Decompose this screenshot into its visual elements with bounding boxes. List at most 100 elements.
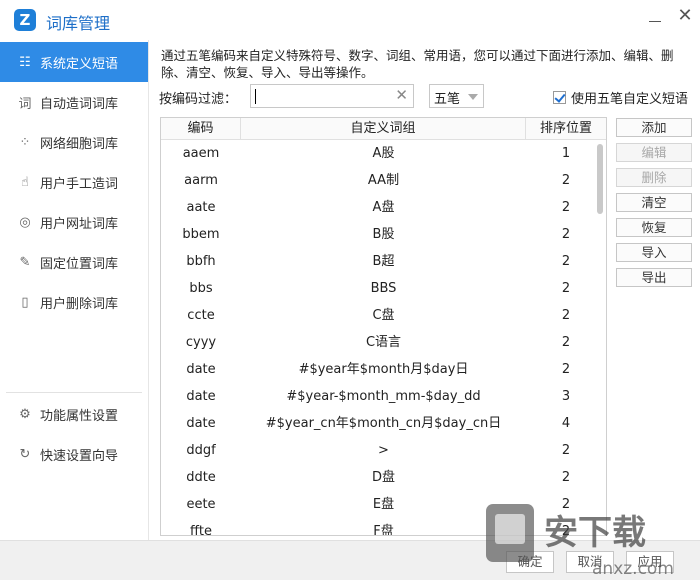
table-row[interactable]: aaem A股 1 bbox=[161, 140, 593, 167]
cell-phrase: E盘 bbox=[372, 497, 395, 512]
table-row[interactable]: date #$year年$month月$day日 2 bbox=[161, 356, 593, 383]
close-button[interactable]: ✕ bbox=[675, 6, 695, 26]
sidebar-item-label: 自动造词词库 bbox=[40, 96, 119, 112]
apply-button[interactable]: 应用 bbox=[626, 551, 674, 573]
chevron-down-icon bbox=[468, 94, 478, 100]
table-row[interactable]: bbs BBS 2 bbox=[161, 275, 593, 302]
sidebar: ☷ 系统定义短语 词 自动造词词库 ⁘ 网络细胞词库 ☝ 用户手工造词 ◎ 用户… bbox=[0, 40, 148, 540]
sidebar-item-system-phrases[interactable]: ☷ 系统定义短语 bbox=[0, 42, 148, 82]
table-row[interactable]: eete E盘 2 bbox=[161, 491, 593, 518]
table-row[interactable]: date #$year_cn年$month_cn月$day_cn日 4 bbox=[161, 410, 593, 437]
table-header: 编码 自定义词组 排序位置 bbox=[161, 118, 606, 140]
trash-icon: ▯ bbox=[21, 294, 29, 310]
table-row[interactable]: ddte D盘 2 bbox=[161, 464, 593, 491]
cell-code: cyyy bbox=[185, 335, 217, 350]
use-custom-phrases-option[interactable]: 使用五笔自定义短语 bbox=[553, 88, 688, 107]
sidebar-item-label: 用户手工造词 bbox=[40, 176, 119, 192]
word-icon: 词 bbox=[18, 96, 32, 112]
footer-bar: 确定 取消 应用 bbox=[0, 540, 700, 580]
cell-code: date bbox=[186, 389, 216, 404]
edit-button[interactable]: 编辑 bbox=[616, 143, 692, 162]
cell-code: eete bbox=[186, 497, 216, 512]
ime-select-value: 五笔 bbox=[434, 92, 461, 107]
column-header-order[interactable]: 排序位置 bbox=[526, 118, 606, 140]
app-logo-icon: Z bbox=[14, 9, 36, 31]
cell-code: aate bbox=[186, 200, 216, 215]
table-row[interactable]: cyyy C语言 2 bbox=[161, 329, 593, 356]
table-scrollbar[interactable] bbox=[594, 140, 606, 535]
sidebar-item-url-words[interactable]: ◎ 用户网址词库 bbox=[0, 202, 148, 242]
sidebar-item-label: 功能属性设置 bbox=[40, 408, 119, 424]
table-row[interactable]: aate A盘 2 bbox=[161, 194, 593, 221]
ok-button[interactable]: 确定 bbox=[506, 551, 554, 573]
use-custom-phrases-label: 使用五笔自定义短语 bbox=[571, 92, 689, 107]
table-row[interactable]: ccte C盘 2 bbox=[161, 302, 593, 329]
clear-button[interactable]: 清空 bbox=[616, 193, 692, 212]
table-row[interactable]: ffte F盘 2 bbox=[161, 518, 593, 535]
clear-icon[interactable]: ✕ bbox=[395, 86, 408, 104]
cancel-button[interactable]: 取消 bbox=[566, 551, 614, 573]
cell-code: ccte bbox=[187, 308, 215, 323]
cell-phrase: #$year-$month_mm-$day_dd bbox=[286, 389, 481, 404]
export-button[interactable]: 导出 bbox=[616, 268, 692, 287]
sidebar-item-label: 网络细胞词库 bbox=[40, 136, 119, 152]
ime-select[interactable]: 五笔 bbox=[429, 84, 484, 108]
cell-phrase: C盘 bbox=[372, 308, 395, 323]
sidebar-item-label: 用户网址词库 bbox=[40, 216, 119, 232]
sidebar-item-label: 固定位置词库 bbox=[40, 256, 119, 272]
table-row[interactable]: aarm AA制 2 bbox=[161, 167, 593, 194]
column-header-phrase[interactable]: 自定义词组 bbox=[241, 118, 526, 140]
add-button[interactable]: 添加 bbox=[616, 118, 692, 137]
cell-code: ddgf bbox=[186, 443, 216, 458]
sidebar-item-manual-words[interactable]: ☝ 用户手工造词 bbox=[0, 162, 148, 202]
sidebar-item-deleted-words[interactable]: ▯ 用户删除词库 bbox=[0, 282, 148, 322]
cell-phrase: BBS bbox=[370, 281, 397, 296]
restore-button[interactable]: 恢复 bbox=[616, 218, 692, 237]
table-row[interactable]: bbfh B超 2 bbox=[161, 248, 593, 275]
cell-phrase: AA制 bbox=[367, 173, 400, 188]
sidebar-item-fixed-position[interactable]: ✎ 固定位置词库 bbox=[0, 242, 148, 282]
sidebar-item-auto-words[interactable]: 词 自动造词词库 bbox=[0, 82, 148, 122]
cell-phrase: D盘 bbox=[371, 470, 395, 485]
filter-field: ✕ bbox=[250, 84, 414, 108]
sidebar-item-label: 系统定义短语 bbox=[40, 56, 119, 72]
table-row[interactable]: ddgf >2 bbox=[161, 437, 593, 464]
minimize-button[interactable] bbox=[645, 8, 665, 28]
gear-icon: ⚙ bbox=[19, 406, 31, 422]
hand-icon: ☝ bbox=[21, 174, 29, 190]
text-caret bbox=[255, 89, 256, 104]
table-row[interactable]: date #$year-$month_mm-$day_dd 3 bbox=[161, 383, 593, 410]
cell-phrase: B超 bbox=[372, 254, 395, 269]
filter-input[interactable] bbox=[251, 85, 391, 107]
cell-phrase: #$year年$month月$day日 bbox=[298, 362, 469, 377]
column-header-code[interactable]: 编码 bbox=[161, 118, 241, 140]
cell-phrase: A股 bbox=[372, 146, 395, 161]
description-text: 通过五笔编码来自定义特殊符号、数字、词组、常用语，您可以通过下面进行添加、编辑、… bbox=[161, 48, 674, 80]
sidebar-divider bbox=[6, 392, 142, 393]
cell-phrase: > bbox=[378, 443, 389, 458]
web-icon: ◎ bbox=[19, 214, 31, 230]
sidebar-item-setup-wizard[interactable]: ↻ 快速设置向导 bbox=[0, 434, 148, 474]
sidebar-item-network-cells[interactable]: ⁘ 网络细胞词库 bbox=[0, 122, 148, 162]
network-icon: ⁘ bbox=[19, 134, 31, 150]
cell-code: aaem bbox=[182, 146, 220, 161]
scrollbar-thumb[interactable] bbox=[597, 144, 603, 214]
cell-phrase: #$year_cn年$month_cn月$day_cn日 bbox=[265, 416, 502, 431]
cell-code: date bbox=[186, 362, 216, 377]
sidebar-item-label: 用户删除词库 bbox=[40, 296, 119, 312]
cell-phrase: C语言 bbox=[365, 335, 402, 350]
use-custom-phrases-checkbox[interactable] bbox=[553, 91, 566, 104]
list-icon: ☷ bbox=[19, 54, 31, 70]
filter-label: 按编码过滤： bbox=[159, 92, 238, 107]
cell-code: bbs bbox=[189, 281, 213, 296]
power-icon: ↻ bbox=[19, 446, 31, 462]
delete-button[interactable]: 删除 bbox=[616, 168, 692, 187]
main-panel: 通过五笔编码来自定义特殊符号、数字、词组、常用语，您可以通过下面进行添加、编辑、… bbox=[148, 40, 700, 540]
phrase-table: 编码 自定义词组 排序位置 aaem A股 1 aarm AA制 2 aate A盘 2 b… bbox=[160, 117, 607, 536]
cell-code: date bbox=[186, 416, 216, 431]
import-button[interactable]: 导入 bbox=[616, 243, 692, 262]
cell-code: aarm bbox=[184, 173, 218, 188]
sidebar-item-settings[interactable]: ⚙ 功能属性设置 bbox=[0, 394, 148, 434]
table-row[interactable]: bbem B股 2 bbox=[161, 221, 593, 248]
pin-icon: ✎ bbox=[19, 254, 31, 270]
